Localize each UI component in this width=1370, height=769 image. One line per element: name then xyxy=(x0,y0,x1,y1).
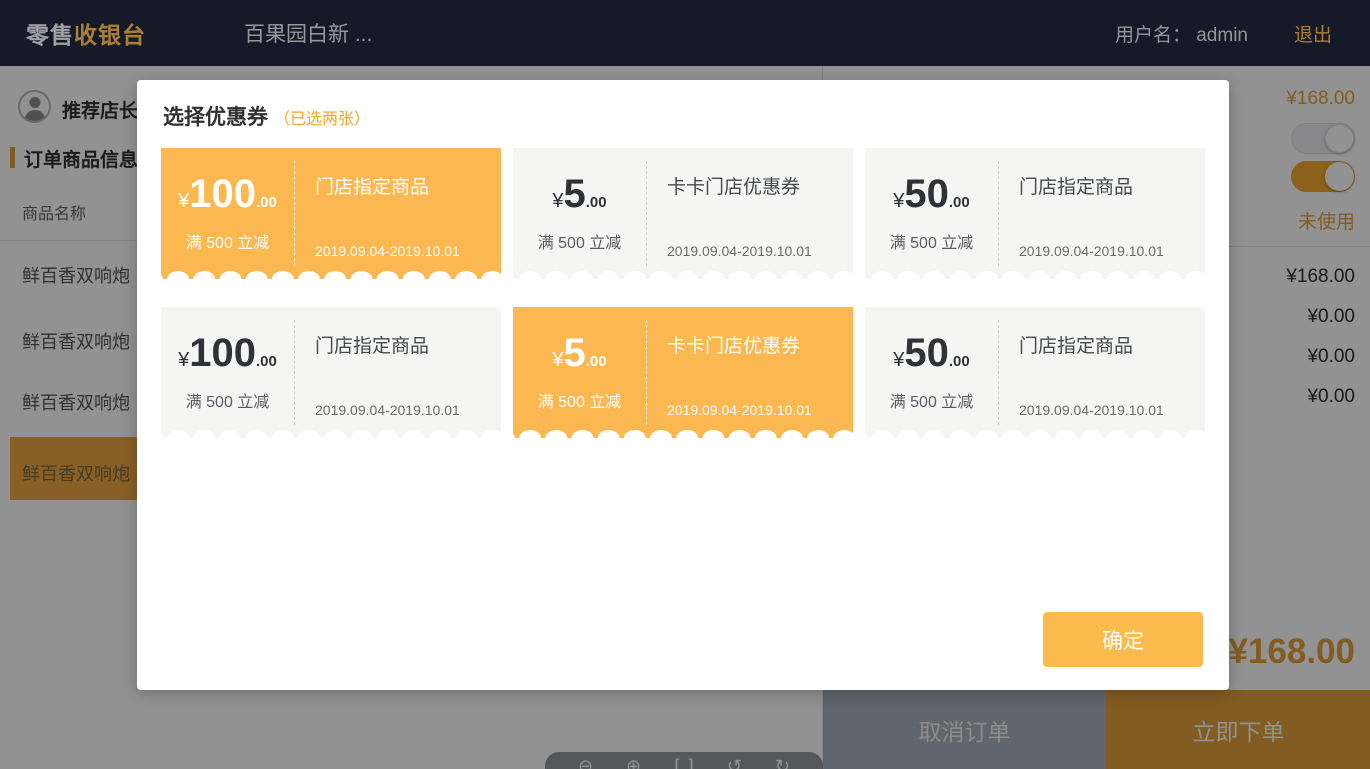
coupon-info-block: 卡卡门店优惠券 2019.09.04-2019.10.01 xyxy=(647,148,853,279)
coupon-validity: 2019.09.04-2019.10.01 xyxy=(1019,243,1199,259)
coupon-amount-block: ¥5.00 满 500 立减 xyxy=(513,148,646,279)
coupon-cents: .00 xyxy=(586,353,607,370)
coupon-amount: 100 xyxy=(189,333,256,373)
coupon-title: 卡卡门店优惠券 xyxy=(667,172,847,199)
coupon-cents: .00 xyxy=(256,353,277,370)
coupon-title: 门店指定商品 xyxy=(315,331,495,358)
coupon-condition: 满 500 立减 xyxy=(890,229,974,253)
coupon-amount: 100 xyxy=(189,174,256,214)
coupon-title: 卡卡门店优惠券 xyxy=(667,331,847,358)
coupon-validity: 2019.09.04-2019.10.01 xyxy=(1019,402,1199,418)
coupon-dialog: 选择优惠券 （已选两张） ¥100.00 满 500 立减 门店指定商品 201… xyxy=(137,80,1229,690)
coupon-condition: 满 500 立减 xyxy=(538,229,622,253)
coupon-info-block: 门店指定商品 2019.09.04-2019.10.01 xyxy=(295,148,501,279)
coupon-cents: .00 xyxy=(256,194,277,211)
currency-symbol: ¥ xyxy=(178,349,189,372)
coupon-price: ¥5.00 xyxy=(552,174,606,214)
coupon-amount-block: ¥50.00 满 500 立减 xyxy=(865,148,998,279)
currency-symbol: ¥ xyxy=(552,190,563,213)
coupon-price: ¥50.00 xyxy=(893,333,969,373)
coupon-validity: 2019.09.04-2019.10.01 xyxy=(315,402,495,418)
coupon-price: ¥5.00 xyxy=(552,333,606,373)
coupon-cents: .00 xyxy=(586,194,607,211)
coupon-amount: 50 xyxy=(904,333,949,373)
coupon-amount-block: ¥50.00 满 500 立减 xyxy=(865,307,998,438)
coupon-price: ¥100.00 xyxy=(178,333,277,373)
coupon-info-block: 门店指定商品 2019.09.04-2019.10.01 xyxy=(295,307,501,438)
coupon-validity: 2019.09.04-2019.10.01 xyxy=(315,243,495,259)
coupon-condition: 满 500 立减 xyxy=(186,388,270,412)
coupon-title: 门店指定商品 xyxy=(315,172,495,199)
currency-symbol: ¥ xyxy=(552,349,563,372)
coupon-card[interactable]: ¥100.00 满 500 立减 门店指定商品 2019.09.04-2019.… xyxy=(161,148,501,279)
currency-symbol: ¥ xyxy=(178,190,189,213)
coupon-amount-block: ¥100.00 满 500 立减 xyxy=(161,148,294,279)
coupon-amount-block: ¥5.00 满 500 立减 xyxy=(513,307,646,438)
coupon-info-block: 门店指定商品 2019.09.04-2019.10.01 xyxy=(999,148,1205,279)
currency-symbol: ¥ xyxy=(893,349,904,372)
coupon-card[interactable]: ¥5.00 满 500 立减 卡卡门店优惠券 2019.09.04-2019.1… xyxy=(513,307,853,438)
coupon-price: ¥50.00 xyxy=(893,174,969,214)
pos-screen: 零售收银台 百果园白新 ... 用户名： admin 退出 推荐店长 订单商品信… xyxy=(0,0,1370,769)
coupon-info-block: 卡卡门店优惠券 2019.09.04-2019.10.01 xyxy=(647,307,853,438)
dialog-title: 选择优惠券 xyxy=(163,101,268,131)
coupon-title: 门店指定商品 xyxy=(1019,331,1199,358)
coupon-card[interactable]: ¥50.00 满 500 立减 门店指定商品 2019.09.04-2019.1… xyxy=(865,148,1205,279)
coupon-card[interactable]: ¥5.00 满 500 立减 卡卡门店优惠券 2019.09.04-2019.1… xyxy=(513,148,853,279)
coupon-condition: 满 500 立减 xyxy=(538,388,622,412)
coupon-condition: 满 500 立减 xyxy=(890,388,974,412)
coupon-amount: 5 xyxy=(564,333,586,373)
coupon-card[interactable]: ¥100.00 满 500 立减 门店指定商品 2019.09.04-2019.… xyxy=(161,307,501,438)
coupon-price: ¥100.00 xyxy=(178,174,277,214)
coupon-amount-block: ¥100.00 满 500 立减 xyxy=(161,307,294,438)
coupon-cents: .00 xyxy=(949,353,970,370)
coupon-cents: .00 xyxy=(949,194,970,211)
coupon-validity: 2019.09.04-2019.10.01 xyxy=(667,243,847,259)
coupon-amount: 50 xyxy=(904,174,949,214)
coupon-amount: 5 xyxy=(564,174,586,214)
coupon-grid: ¥100.00 满 500 立减 门店指定商品 2019.09.04-2019.… xyxy=(161,148,1205,438)
coupon-validity: 2019.09.04-2019.10.01 xyxy=(667,402,847,418)
confirm-button[interactable]: 确定 xyxy=(1043,612,1203,667)
selected-count-label: （已选两张） xyxy=(274,105,370,129)
coupon-title: 门店指定商品 xyxy=(1019,172,1199,199)
coupon-condition: 满 500 立减 xyxy=(186,229,270,253)
coupon-info-block: 门店指定商品 2019.09.04-2019.10.01 xyxy=(999,307,1205,438)
coupon-card[interactable]: ¥50.00 满 500 立减 门店指定商品 2019.09.04-2019.1… xyxy=(865,307,1205,438)
currency-symbol: ¥ xyxy=(893,190,904,213)
